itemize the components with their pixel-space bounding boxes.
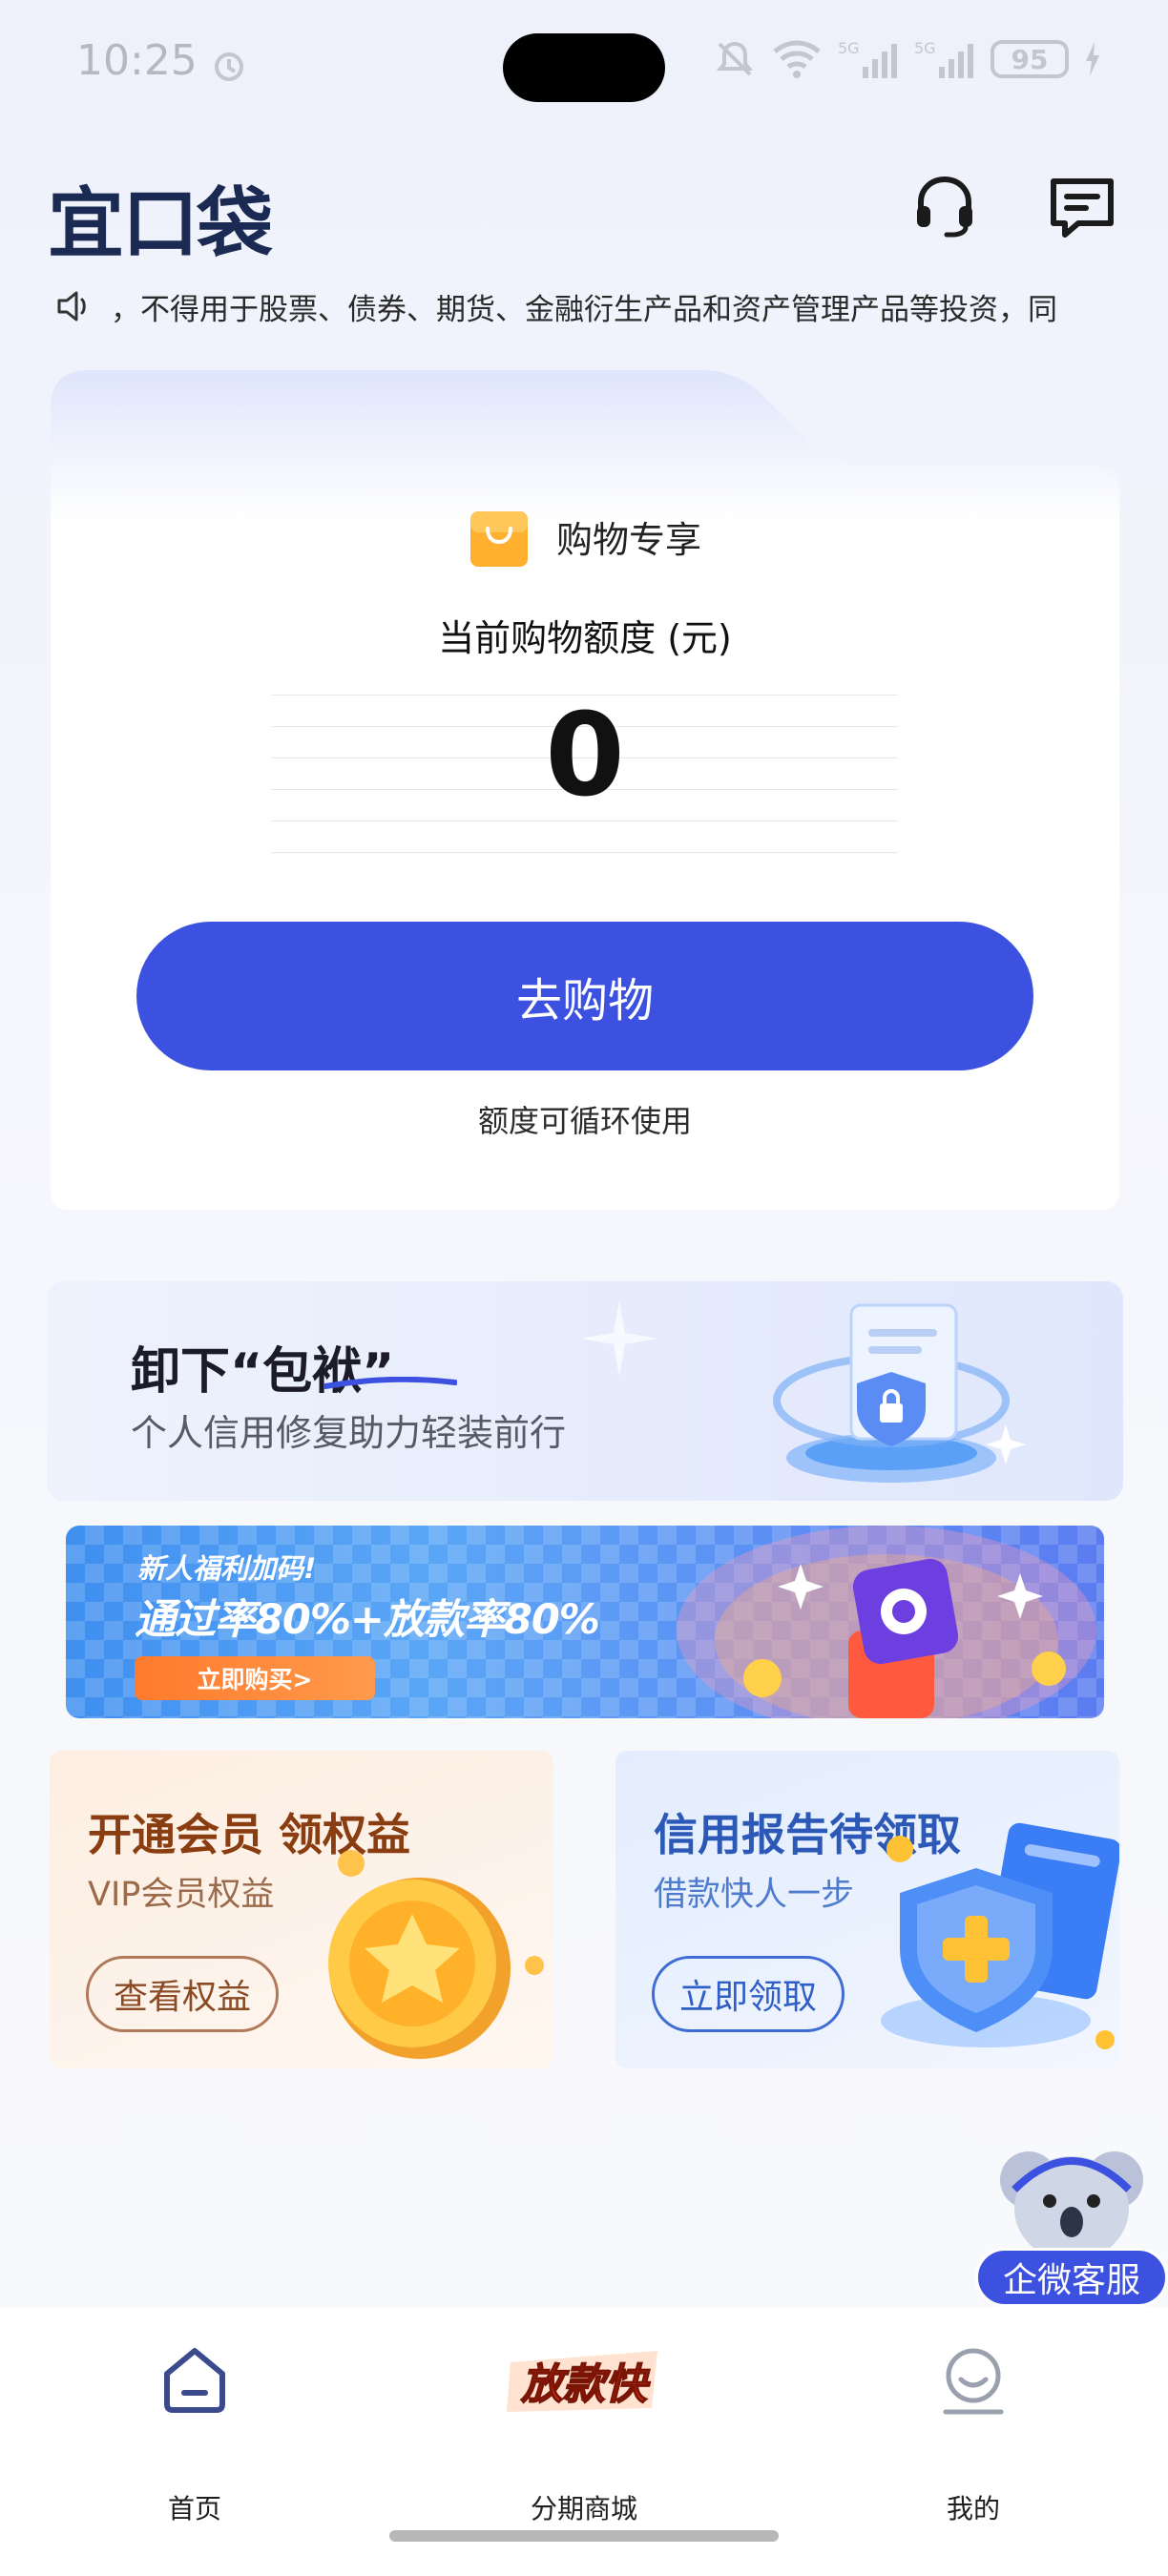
credit-report-tile[interactable]: 信用报告待领取 借款快人一步 立即领取	[615, 1751, 1119, 2068]
home-indicator[interactable]	[389, 2530, 779, 2542]
credit-subtitle: 借款快人一步	[654, 1876, 855, 1914]
tab-home-label: 首页	[167, 2493, 221, 2524]
signal-5g-icon-2: 5G	[914, 39, 973, 78]
charging-icon	[1086, 42, 1099, 76]
shop-label-row: 购物专享	[51, 504, 1119, 569]
home-icon	[164, 2348, 225, 2413]
title-underline	[323, 1377, 457, 1389]
gift-crown-illustration	[677, 1526, 1096, 1718]
status-time: 10:25	[76, 36, 198, 85]
newcomer-tag: 新人福利加码!	[137, 1552, 317, 1585]
mall-badge-text: 放款快	[520, 2360, 651, 2409]
newcomer-benefit-banner[interactable]: 新人福利加码! 通过率80%+放款率80% 立即购买>	[66, 1526, 1104, 1718]
credit-repair-banner[interactable]: 卸下“包袱” 个人信用修复助力轻装前行	[47, 1281, 1123, 1501]
credit-shield-icon	[881, 1822, 1119, 2049]
camera-cutout	[503, 33, 665, 102]
tab-home[interactable]: 首页	[90, 2345, 300, 2524]
tab-mine[interactable]: 我的	[868, 2345, 1078, 2524]
message-icon[interactable]	[1048, 176, 1116, 239]
alarm-icon	[215, 52, 243, 81]
profile-icon	[943, 2348, 1004, 2415]
svg-text:5G: 5G	[838, 39, 860, 57]
app-logo: 宜口袋	[48, 179, 273, 268]
vip-membership-tile[interactable]: 开通会员 领权益 VIP会员权益 查看权益	[50, 1751, 553, 2068]
shopping-bag-icon	[469, 511, 528, 567]
svg-text:5G: 5G	[914, 39, 936, 57]
banner-repair-subtitle: 个人信用修复助力轻装前行	[131, 1412, 567, 1454]
mute-icon	[716, 41, 754, 76]
wecom-service-button[interactable]: 企微客服	[975, 2248, 1168, 2307]
shopping-quota-card: 购物专享 当前购物额度 (元) 0 去购物 额度可循环使用	[51, 370, 1119, 1210]
notice-marquee[interactable]: ，不得用于股票、债券、期货、金融衍生产品和资产管理产品等投资，同	[55, 282, 1115, 330]
quota-amount: 0	[545, 690, 625, 822]
battery-indicator: 95	[991, 40, 1069, 78]
notice-text: ，不得用于股票、债券、期货、金融衍生产品和资产管理产品等投资，同	[111, 292, 1057, 327]
vip-subtitle: VIP会员权益	[88, 1876, 275, 1914]
tab-mall-label: 分期商城	[530, 2493, 637, 2524]
newcomer-title: 通过率80%+放款率80%	[135, 1596, 600, 1644]
view-benefits-button[interactable]: 查看权益	[86, 1956, 280, 2032]
security-shield-illustration	[773, 1303, 1026, 1483]
tab-installment-mall[interactable]: 放款快 分期商城	[479, 2345, 689, 2524]
banner-repair-title: 卸下“包袱”	[131, 1343, 395, 1401]
status-bar: 10:25 5G 5G 95	[0, 0, 1168, 134]
customer-service-icon[interactable]	[911, 172, 978, 239]
cycle-note: 额度可循环使用	[477, 1103, 692, 1139]
speaker-icon	[57, 291, 86, 322]
loan-fast-badge-icon: 放款快	[507, 2351, 657, 2412]
signal-5g-icon: 5G	[838, 39, 897, 78]
claim-now-button[interactable]: 立即领取	[652, 1956, 845, 2032]
gold-star-coin-icon	[328, 1850, 544, 2059]
quota-title: 当前购物额度 (元)	[438, 617, 732, 659]
sparkle-icon	[581, 1300, 657, 1377]
tab-mine-label: 我的	[946, 2493, 1000, 2524]
go-shopping-button[interactable]: 去购物	[136, 922, 1033, 1070]
shop-exclusive-label: 购物专享	[555, 518, 701, 561]
wifi-icon	[773, 40, 821, 78]
buy-now-button[interactable]: 立即购买>	[135, 1656, 375, 1700]
status-icons: 5G 5G 95	[714, 38, 1101, 80]
